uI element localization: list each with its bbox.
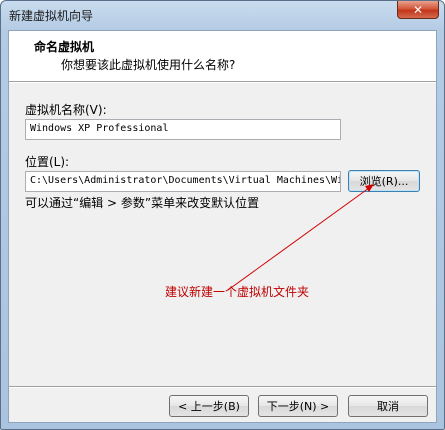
- vm-name-input[interactable]: Windows XP Professional: [25, 119, 341, 140]
- next-button[interactable]: 下一步(N) >: [258, 395, 338, 417]
- location-label: 位置(L):: [25, 155, 70, 169]
- footer-divider: [9, 386, 436, 388]
- annotation-text: 建议新建一个虚拟机文件夹: [165, 285, 310, 299]
- close-button[interactable]: ✕: [397, 1, 439, 19]
- browse-button[interactable]: 浏览(R)...: [348, 170, 420, 192]
- page-subtitle: 你想要该此虚拟机使用什么名称?: [61, 58, 236, 72]
- header-divider: [9, 81, 436, 83]
- close-icon: ✕: [412, 2, 424, 17]
- location-input[interactable]: C:\Users\Administrator\Documents\Virtual…: [25, 171, 341, 192]
- wizard-window: 新建虚拟机向导 ✕ 命名虚拟机 你想要该此虚拟机使用什么名称? 虚拟机名称(V)…: [0, 0, 445, 430]
- window-title: 新建虚拟机向导: [9, 9, 94, 23]
- wizard-header: 命名虚拟机 你想要该此虚拟机使用什么名称?: [9, 31, 436, 81]
- location-hint: 可以通过“编辑 > 参数”菜单来改变默认位置: [25, 196, 260, 210]
- vm-name-label: 虚拟机名称(V):: [25, 103, 107, 117]
- back-button[interactable]: < 上一步(B): [169, 395, 249, 417]
- page-title: 命名虚拟机: [34, 40, 95, 54]
- cancel-button[interactable]: 取消: [348, 395, 428, 417]
- wizard-body: 命名虚拟机 你想要该此虚拟机使用什么名称? 虚拟机名称(V): Windows …: [8, 30, 437, 423]
- title-bar[interactable]: 新建虚拟机向导 ✕: [1, 1, 444, 29]
